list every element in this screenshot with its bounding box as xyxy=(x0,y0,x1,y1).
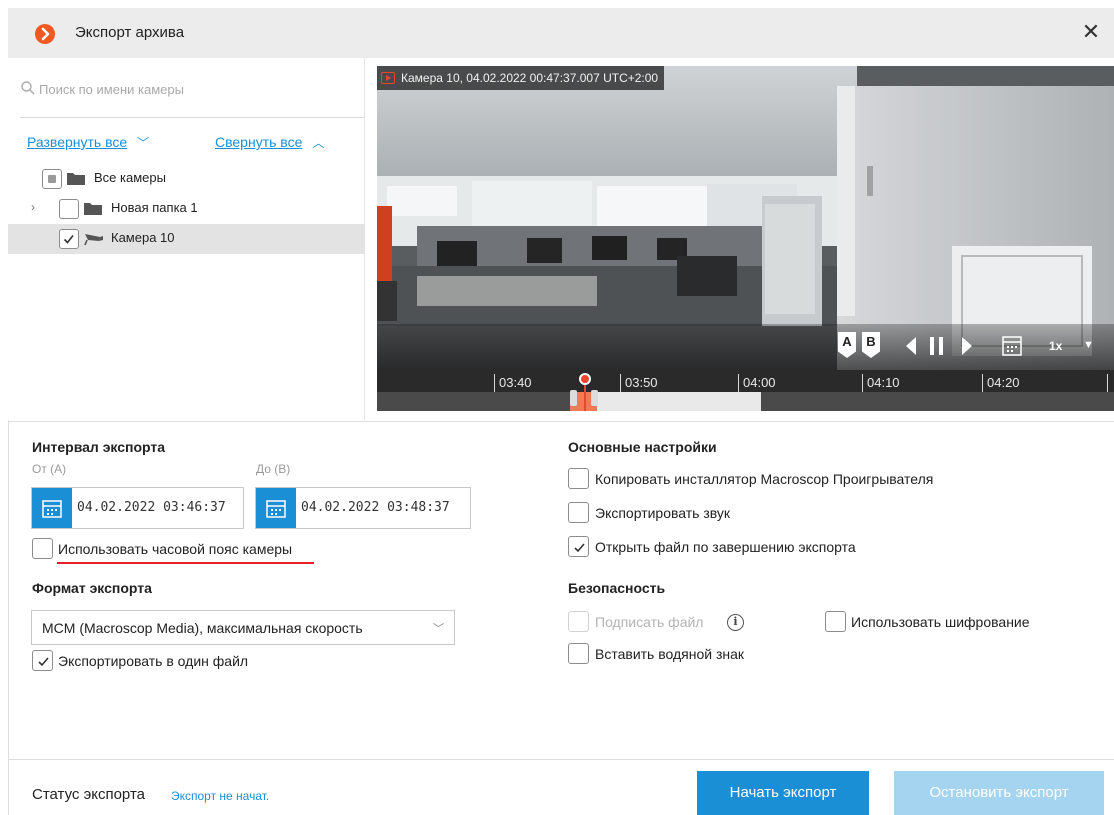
video-player[interactable]: Камера 10, 04.02.2022 00:47:37.007 UTC+2… xyxy=(377,66,1114,411)
timeline-tick xyxy=(738,374,739,392)
expand-all-link[interactable]: Развернуть все ﹀ xyxy=(27,134,149,151)
camera-tree-panel: Развернуть все ﹀ Свернуть все ︿ Все камеры… xyxy=(8,58,365,420)
tree-item-all-cameras[interactable]: Все камеры xyxy=(8,164,364,194)
stop-export-button: Остановить экспорт xyxy=(894,771,1104,815)
search-icon xyxy=(21,81,35,95)
tree-item-label: Новая папка 1 xyxy=(111,200,198,215)
sign-file-label: Подписать файл xyxy=(595,614,704,630)
camera-caption-text: Камера 10, 04.02.2022 00:47:37.007 UTC+2… xyxy=(401,71,659,85)
marker-a-button[interactable]: A xyxy=(838,332,856,358)
interval-title: Интервал экспорта xyxy=(32,439,166,455)
footer-divider xyxy=(8,759,1114,760)
export-status-label: Статус экспорта xyxy=(32,786,145,803)
camera-search-input[interactable] xyxy=(39,78,349,100)
timeline-label: 04:20 xyxy=(987,375,1020,390)
settings-title: Основные настройки xyxy=(568,439,717,455)
chevron-right-icon[interactable]: › xyxy=(31,200,35,214)
calendar-icon[interactable] xyxy=(1002,334,1022,356)
to-label: До (B) xyxy=(256,462,291,476)
app-logo-icon xyxy=(35,24,55,44)
tree-checkbox[interactable] xyxy=(59,199,79,219)
step-forward-icon[interactable] xyxy=(960,336,974,356)
calendar-icon xyxy=(42,500,62,518)
security-title: Безопасность xyxy=(568,580,666,596)
tree-checkbox-partial[interactable] xyxy=(42,169,62,189)
timeline-label: 04:00 xyxy=(743,375,776,390)
copy-installer-label[interactable]: Копировать инсталлятор Macroscop Проигры… xyxy=(595,471,933,487)
collapse-all-link[interactable]: Свернуть все ︿ xyxy=(215,134,324,151)
folder-icon xyxy=(67,173,85,185)
from-date-field[interactable]: 04.02.2022 03:46:37 xyxy=(31,487,244,529)
watermark-label[interactable]: Вставить водяной знак xyxy=(595,646,744,662)
from-calendar-button[interactable] xyxy=(32,488,72,528)
camera-icon xyxy=(84,234,103,246)
timeline-label: 04:10 xyxy=(867,375,900,390)
single-file-label[interactable]: Экспортировать в один файл xyxy=(58,653,248,669)
window-title: Экспорт архива xyxy=(75,24,185,41)
export-status-value: Экспорт не начат. xyxy=(171,789,270,803)
export-sound-label[interactable]: Экспортировать звук xyxy=(595,505,730,521)
format-select[interactable]: MCM (Macroscop Media), максимальная скор… xyxy=(31,610,455,645)
player-controls: A B 1x ▼ xyxy=(377,324,1114,370)
tree-item-label: Камера 10 xyxy=(111,230,175,245)
timeline-tick xyxy=(494,374,495,392)
highlight-underline xyxy=(57,562,314,564)
folder-icon xyxy=(84,203,102,215)
timeline-tick xyxy=(620,374,621,392)
watermark-checkbox[interactable] xyxy=(568,643,589,664)
format-select-value: MCM (Macroscop Media), максимальная скор… xyxy=(42,620,363,636)
expand-all-label: Развернуть все xyxy=(27,134,128,150)
search-underline xyxy=(20,117,365,118)
timeline-tick xyxy=(982,374,983,392)
title-bar: Экспорт архива ✕ xyxy=(8,8,1114,58)
chevron-up-icon: ︿ xyxy=(312,136,325,150)
close-icon[interactable]: ✕ xyxy=(1078,19,1104,45)
step-back-icon[interactable] xyxy=(904,336,918,356)
to-date-field[interactable]: 04.02.2022 03:48:37 xyxy=(255,487,471,529)
archive-range xyxy=(591,392,761,411)
playback-speed[interactable]: 1x xyxy=(1049,339,1062,353)
playhead-handle[interactable] xyxy=(579,373,591,385)
export-sound-checkbox[interactable] xyxy=(568,502,589,523)
camera-timezone-label[interactable]: Использовать часовой пояс камеры xyxy=(58,541,292,557)
tree-item-camera-10[interactable]: Камера 10 xyxy=(8,224,364,254)
pause-icon[interactable] xyxy=(929,336,945,356)
camera-timezone-checkbox[interactable] xyxy=(32,538,53,559)
to-date-value[interactable]: 04.02.2022 03:48:37 xyxy=(301,500,450,515)
sign-file-checkbox xyxy=(568,611,589,632)
copy-installer-checkbox[interactable] xyxy=(568,468,589,489)
tree-checkbox-checked[interactable] xyxy=(59,229,79,249)
timeline-tick xyxy=(862,374,863,392)
camera-caption: Камера 10, 04.02.2022 00:47:37.007 UTC+2… xyxy=(377,66,665,90)
chevron-down-icon: ﹀ xyxy=(433,623,444,635)
encryption-label[interactable]: Использовать шифрование xyxy=(851,614,1030,630)
single-file-checkbox[interactable] xyxy=(32,650,53,671)
from-date-value[interactable]: 04.02.2022 03:46:37 xyxy=(77,500,226,515)
timeline-label: 03:50 xyxy=(625,375,658,390)
range-end-handle[interactable] xyxy=(591,390,598,406)
info-icon[interactable]: i xyxy=(727,614,744,631)
video-record-icon xyxy=(381,72,395,84)
timeline-label: 03:40 xyxy=(499,375,532,390)
chevron-down-icon: ﹀ xyxy=(137,136,150,150)
range-start-handle[interactable] xyxy=(570,390,577,406)
chevron-down-icon[interactable]: ▼ xyxy=(1083,339,1094,351)
collapse-all-label: Свернуть все xyxy=(215,134,303,150)
marker-b-button[interactable]: B xyxy=(862,332,880,358)
start-export-button[interactable]: Начать экспорт xyxy=(697,771,869,815)
camera-search xyxy=(20,78,350,100)
tree-item-label: Все камеры xyxy=(94,170,166,185)
from-label: От (A) xyxy=(32,462,67,476)
to-calendar-button[interactable] xyxy=(256,488,296,528)
timeline-tick xyxy=(1107,374,1108,392)
section-divider xyxy=(8,421,1114,422)
format-title: Формат экспорта xyxy=(32,580,152,596)
open-file-label[interactable]: Открыть файл по завершению экспорта xyxy=(595,539,856,555)
timeline[interactable]: 03:40 03:50 04:00 04:10 04:20 xyxy=(377,370,1114,411)
encryption-checkbox[interactable] xyxy=(825,611,846,632)
tree-item-new-folder[interactable]: › Новая папка 1 xyxy=(8,194,364,224)
calendar-icon xyxy=(266,500,286,518)
open-file-checkbox[interactable] xyxy=(568,536,589,557)
